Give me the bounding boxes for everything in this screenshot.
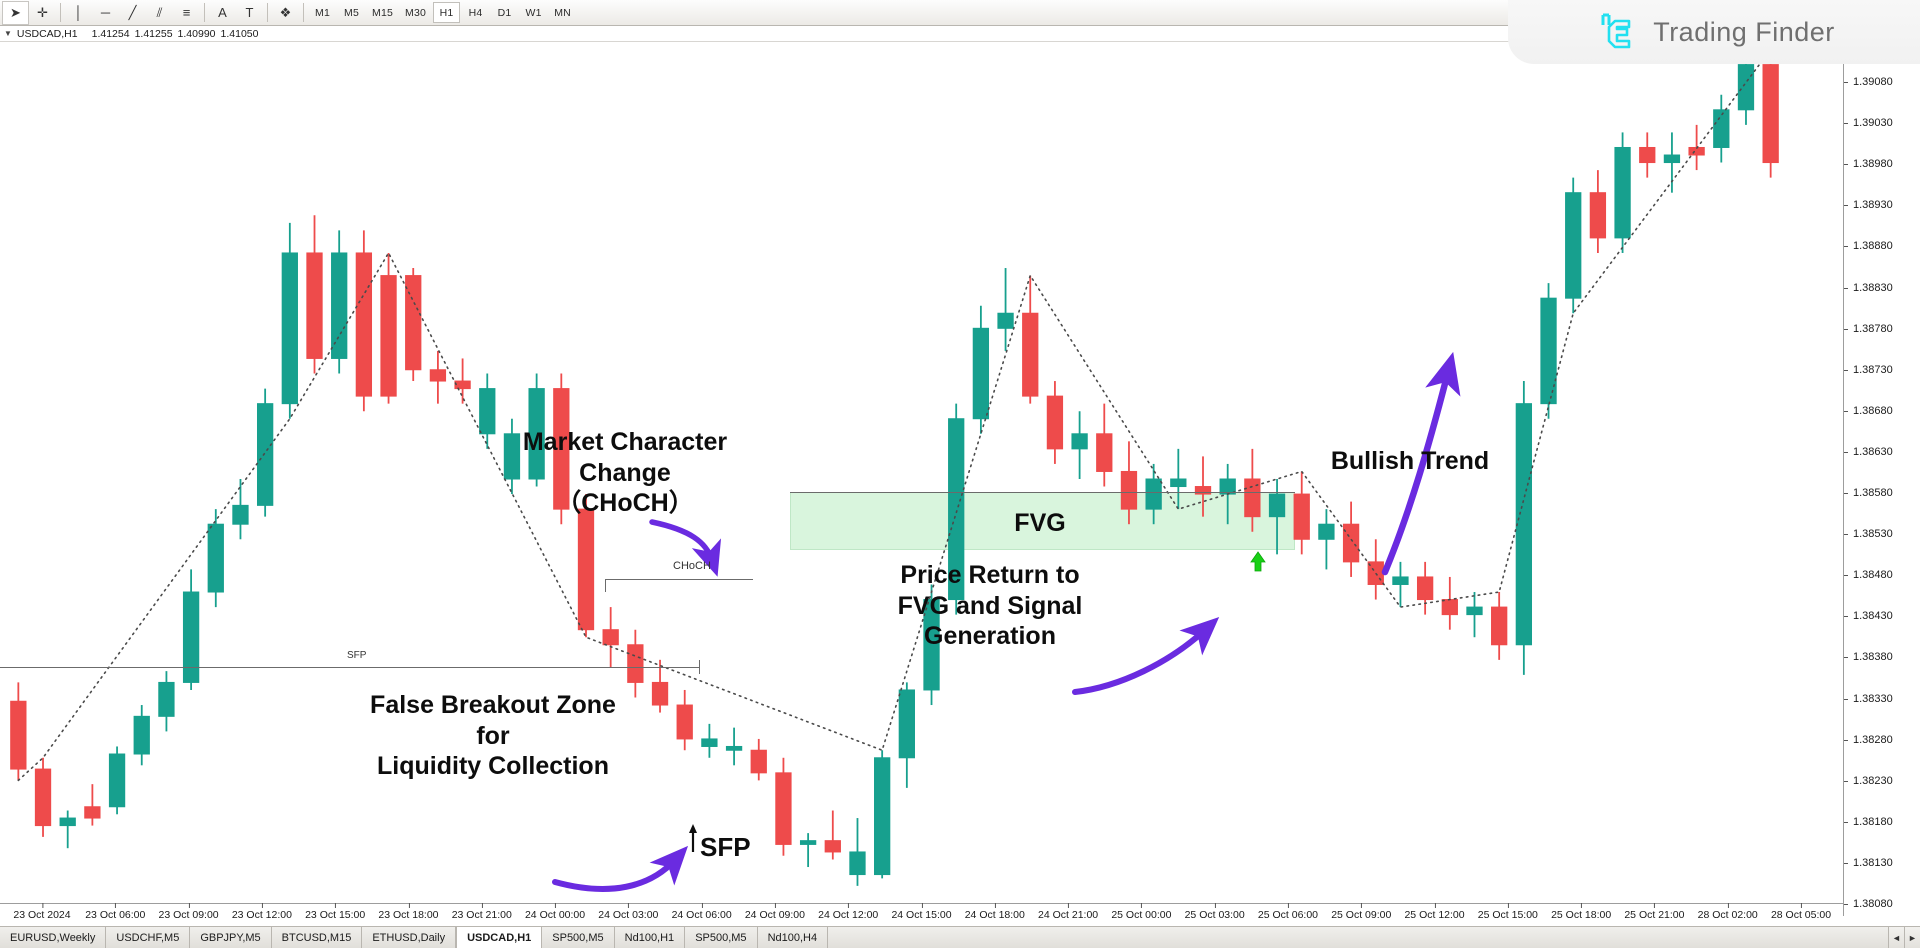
cursor-tool[interactable]: ➤ <box>2 0 29 25</box>
fibonacci-tool[interactable]: ≡ <box>173 1 200 25</box>
price-tick-label: 1.38930 <box>1844 199 1893 211</box>
price-tick-label: 1.38530 <box>1844 528 1893 540</box>
brand-logo-text: Trading Finder <box>1653 16 1835 47</box>
chart-tab-bar: EURUSD,Weekly USDCHF,M5 GBPJPY,M5 BTCUSD,M1… <box>0 926 1920 948</box>
toolbar-divider <box>204 3 205 22</box>
ohlc-low: 1.40990 <box>177 27 216 40</box>
chart-tab-sp500-m5[interactable]: SP500,M5 <box>542 927 615 948</box>
symbol-label: USDCAD,H1 <box>16 27 78 40</box>
plot-area[interactable]: CHoCH SFP Market Character Change （CHoCH… <box>0 42 1843 916</box>
choch-level-line <box>605 579 753 580</box>
false-breakout-annotation: False Breakout Zone for Liquidity Collec… <box>370 691 616 780</box>
timeframe-button-m5[interactable]: M5 <box>338 2 365 23</box>
tab-scroll-right-icon[interactable]: ► <box>1904 927 1920 948</box>
price-tick-label: 1.38630 <box>1844 446 1893 458</box>
price-tick-label: 1.38230 <box>1844 775 1893 787</box>
text-label-tool[interactable]: T <box>236 1 263 25</box>
toolbar-divider <box>303 3 304 22</box>
fvg-top-extension-line <box>790 492 1295 493</box>
chart-tab-ethusd-daily[interactable]: ETHUSD,Daily <box>362 927 457 948</box>
trading-finder-mark-icon <box>1601 13 1631 49</box>
timeframe-button-mn[interactable]: MN <box>549 2 576 23</box>
price-tick-label: 1.38780 <box>1844 323 1893 335</box>
objects-tool[interactable]: ❖ <box>272 1 299 25</box>
price-tick-label: 1.39080 <box>1844 76 1893 88</box>
text-tool[interactable]: A <box>209 1 236 25</box>
horizontal-line-tool[interactable]: ─ <box>92 1 119 25</box>
toolbar-divider <box>60 3 61 22</box>
price-tick-label: 1.38430 <box>1844 610 1893 622</box>
price-tick-label: 1.38730 <box>1844 364 1893 376</box>
channel-tool[interactable]: ⫽ <box>146 1 173 25</box>
price-axis[interactable]: 1.39080 1.39030 1.38980 1.38930 1.38880 1.388… <box>1843 42 1920 916</box>
timeframe-button-d1[interactable]: D1 <box>491 2 518 23</box>
chart-tab-usdcad-h1[interactable]: USDCAD,H1 <box>456 927 543 948</box>
price-tick-label: 1.38330 <box>1844 693 1893 705</box>
ohlc-high: 1.41255 <box>134 27 173 40</box>
candlestick-series <box>10 48 1779 886</box>
chart-canvas[interactable]: CHoCH SFP Market Character Change （CHoCH… <box>0 42 1920 916</box>
price-tick-label: 1.38130 <box>1844 857 1893 869</box>
price-tick-label: 1.38480 <box>1844 569 1893 581</box>
sfp-line-label: SFP <box>347 650 367 661</box>
chevron-down-icon[interactable]: ▼ <box>4 29 12 38</box>
trading-chart-screenshot: ➤ ✛ │ ─ ╱ ⫽ ≡ A T ❖ M1 M5 M15 M30 H1 H4 D1 W1 MN ▼ USDCAD… <box>0 0 1920 948</box>
choch-line-label: CHoCH <box>673 560 711 572</box>
choch-level-anchor <box>605 579 606 592</box>
price-tick-label: 1.38830 <box>1844 282 1893 294</box>
bullish-trend-annotation: Bullish Trend <box>1330 447 1490 475</box>
chart-tab-nd100-h1[interactable]: Nd100,H1 <box>614 927 686 948</box>
price-tick-label: 1.38280 <box>1844 734 1893 746</box>
timeframe-button-m1[interactable]: M1 <box>309 2 336 23</box>
price-tick-label: 1.38080 <box>1844 898 1893 910</box>
chart-tab-gbpjpy-m5[interactable]: GBPJPY,M5 <box>190 927 272 948</box>
chart-tab-sp500-m5[interactable]: SP500,M5 <box>685 927 758 948</box>
choch-annotation: Market Character Change （CHoCH） <box>522 428 728 517</box>
price-tick-label: 1.39030 <box>1844 117 1893 129</box>
tab-scroll-left-icon[interactable]: ◄ <box>1888 927 1904 948</box>
chart-tab-nd100-h4[interactable]: Nd100,H4 <box>757 927 829 948</box>
vertical-line-tool[interactable]: │ <box>65 1 92 25</box>
chart-tab-eurusd-weekly[interactable]: EURUSD,Weekly <box>0 927 107 948</box>
sfp-annotation: SFP <box>700 832 751 862</box>
price-tick-label: 1.38880 <box>1844 240 1893 252</box>
tab-bar-filler <box>828 927 1888 948</box>
crosshair-tool[interactable]: ✛ <box>29 1 56 25</box>
ohlc-open: 1.41254 <box>91 27 130 40</box>
chart-tab-usdchf-m5[interactable]: USDCHF,M5 <box>106 927 191 948</box>
fvg-label: FVG <box>1014 509 1066 537</box>
timeframe-button-m15[interactable]: M15 <box>367 2 398 23</box>
price-tick-label: 1.38980 <box>1844 158 1893 170</box>
sfp-level-anchor <box>699 660 700 674</box>
ohlc-close: 1.41050 <box>220 27 259 40</box>
timeframe-button-m30[interactable]: M30 <box>400 2 431 23</box>
brand-logo: Trading Finder <box>1508 0 1920 64</box>
price-tick-label: 1.38180 <box>1844 816 1893 828</box>
timeframe-button-w1[interactable]: W1 <box>520 2 547 23</box>
sfp-level-line <box>0 667 700 668</box>
price-tick-label: 1.38680 <box>1844 405 1893 417</box>
price-return-annotation: Price Return to FVG and Signal Generatio… <box>897 561 1083 650</box>
timeframe-button-h1[interactable]: H1 <box>433 2 461 23</box>
trendline-tool[interactable]: ╱ <box>119 1 146 25</box>
chart-tab-btcusd-m15[interactable]: BTCUSD,M15 <box>271 927 363 948</box>
price-tick-label: 1.38380 <box>1844 651 1893 663</box>
toolbar-divider <box>267 3 268 22</box>
timeframe-button-h4[interactable]: H4 <box>462 2 489 23</box>
price-tick-label: 1.38580 <box>1844 487 1893 499</box>
